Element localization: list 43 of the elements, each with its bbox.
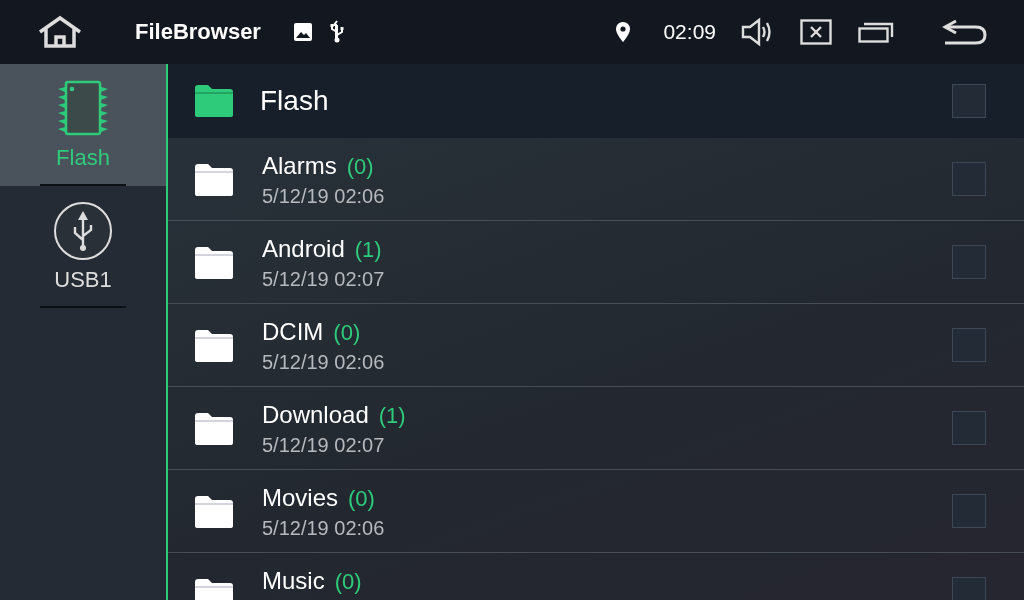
checkbox[interactable] <box>952 245 986 279</box>
item-count: (1) <box>354 237 382 262</box>
folder-name: Music <box>262 567 325 594</box>
checkbox[interactable] <box>952 84 986 118</box>
folder-name: Android <box>262 235 345 262</box>
usb-icon <box>53 201 113 261</box>
folder-icon <box>194 329 234 363</box>
volume-icon[interactable] <box>740 17 774 47</box>
checkbox[interactable] <box>952 162 986 196</box>
checkbox[interactable] <box>952 411 986 445</box>
checkbox[interactable] <box>952 494 986 528</box>
modified-date: 5/12/19 02:06 <box>262 518 386 538</box>
folder-icon <box>194 163 234 197</box>
folder-icon <box>194 495 234 529</box>
checkbox[interactable] <box>952 328 986 362</box>
modified-date: 5/12/19 02:06 <box>262 352 386 372</box>
item-count: (1) <box>378 403 406 428</box>
sidebar-item[interactable]: USB1 <box>0 186 166 308</box>
back-icon[interactable] <box>942 18 988 46</box>
folder-icon <box>194 84 234 118</box>
modified-date: 5/12/19 02:07 <box>262 435 386 455</box>
folder-name: Movies <box>262 484 339 511</box>
item-count: (0) <box>348 486 375 511</box>
folder-name: Alarms <box>262 152 337 179</box>
location-icon <box>615 21 632 43</box>
folder-icon <box>194 412 234 446</box>
item-count: (0) <box>334 569 362 594</box>
modified-date: 5/12/19 02:06 <box>262 186 386 206</box>
modified-date: 5/12/19 02:07 <box>262 269 386 289</box>
home-icon[interactable] <box>36 15 84 49</box>
sidebar-item[interactable]: Flash <box>0 64 166 186</box>
clock: 02:09 <box>663 20 716 44</box>
folder-icon <box>194 246 234 280</box>
folder-name: Download <box>262 401 369 428</box>
folder-name: DCIM <box>262 318 324 345</box>
app-title: FileBrowser <box>135 19 261 45</box>
item-count: (0) <box>333 320 361 345</box>
usb-icon <box>328 20 345 44</box>
recent-apps-icon[interactable] <box>858 20 894 44</box>
close-icon[interactable] <box>800 19 832 45</box>
image-icon <box>292 22 313 42</box>
item-count: (0) <box>346 154 374 179</box>
folder-title: Flash <box>260 85 329 117</box>
